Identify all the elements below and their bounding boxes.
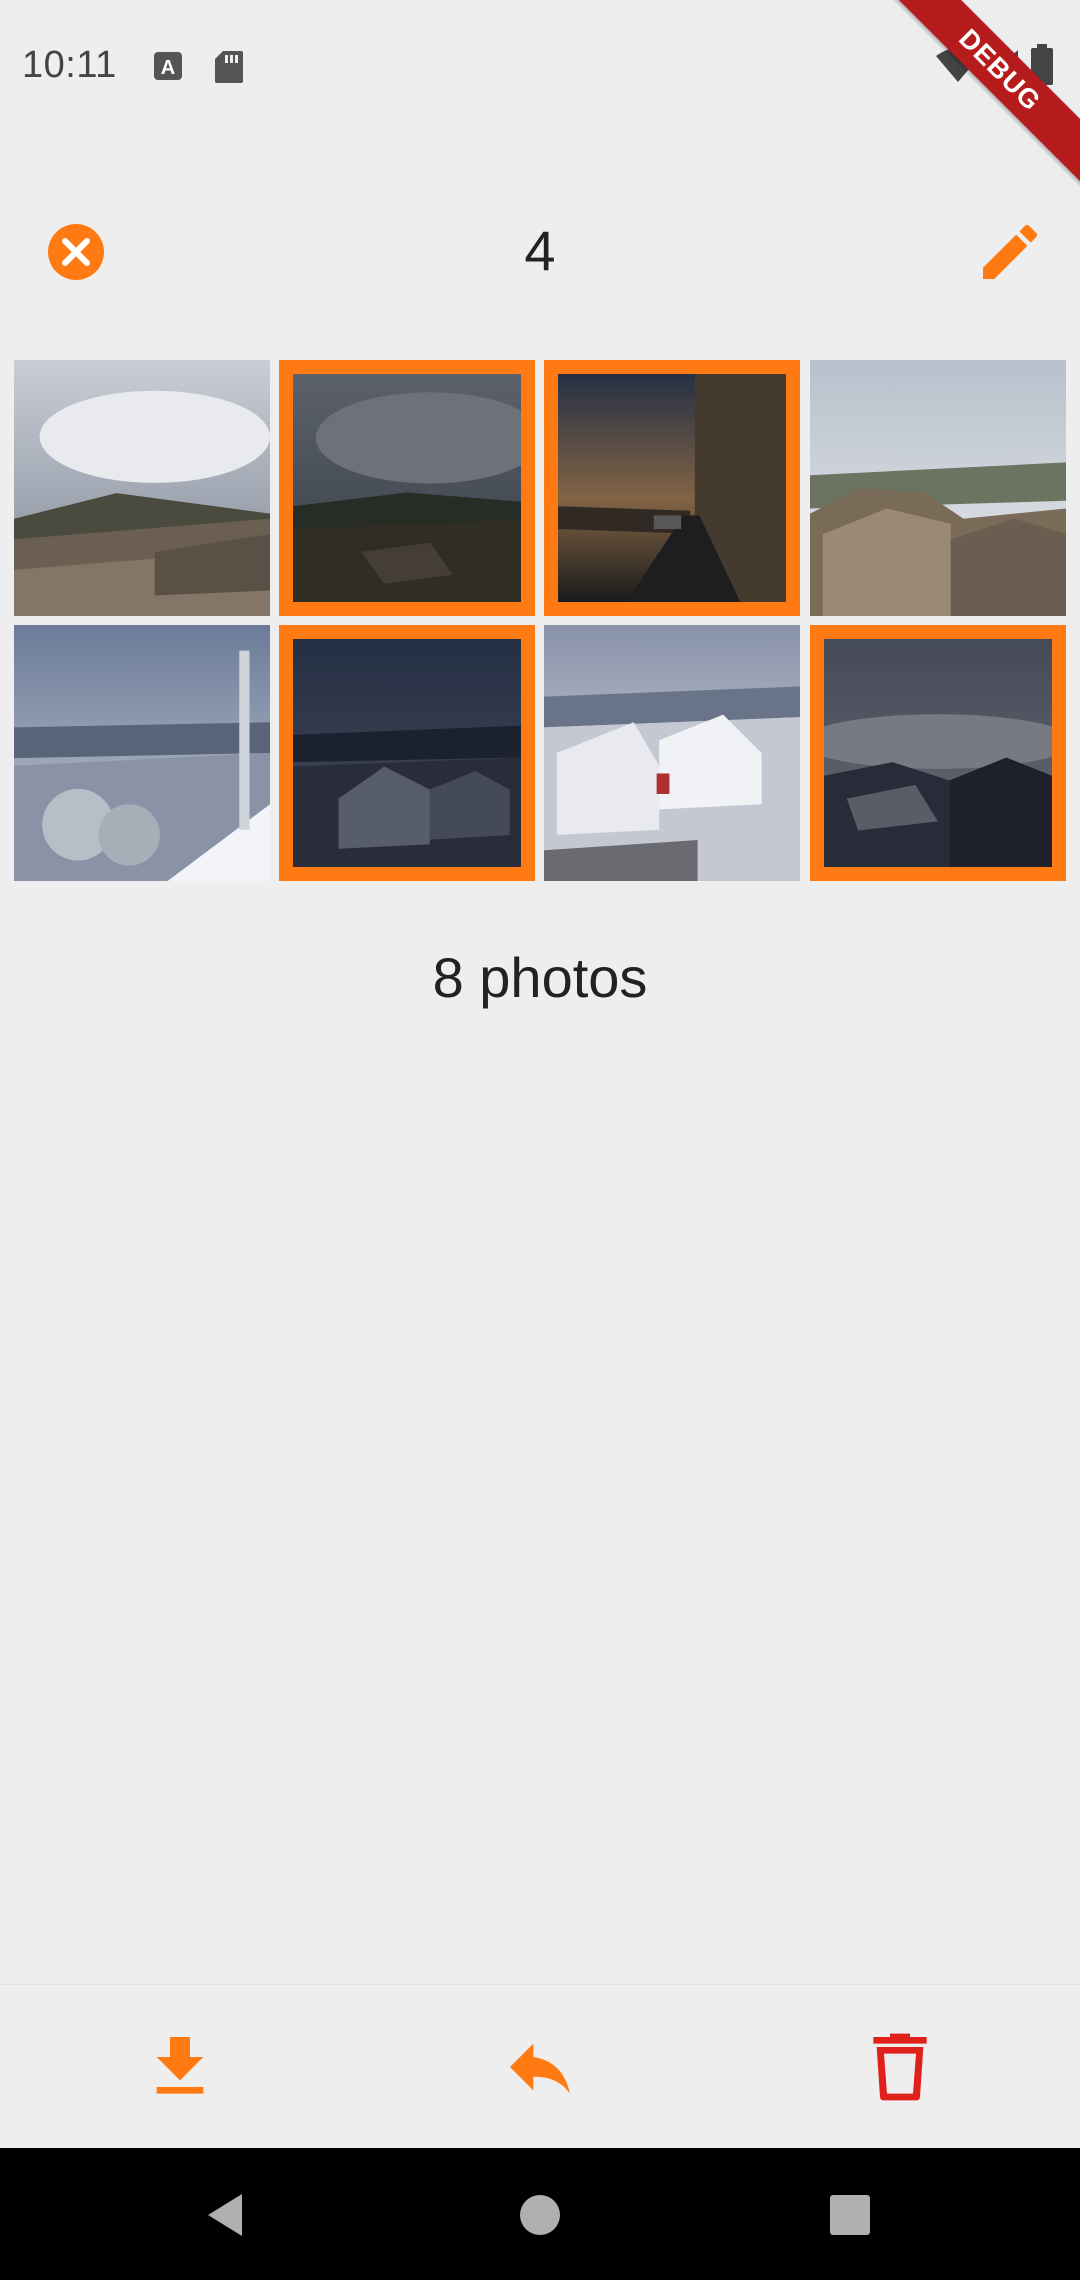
debug-banner: DEBUG [878,0,1080,192]
text-notification-icon: A [154,52,182,80]
photo-tile-1[interactable] [14,360,270,616]
photo-tile-2[interactable] [279,360,535,616]
sd-card-icon [215,51,243,83]
nav-recents-button[interactable] [815,2180,885,2250]
selected-count: 4 [524,219,556,282]
pencil-icon [983,224,1038,279]
edit-button[interactable] [974,216,1046,288]
bottom-toolbar [0,1984,1080,2149]
download-button[interactable] [140,2027,220,2107]
home-icon [520,2195,560,2235]
photo-tile-6[interactable] [279,625,535,881]
reply-icon [510,2043,570,2094]
photo-tile-5[interactable] [14,625,270,881]
photo-tile-4[interactable] [810,360,1066,616]
svg-text:A: A [161,57,175,79]
status-time: 10:11 [22,44,117,86]
selection-app-bar: 4 [0,180,1080,320]
delete-icon [873,2033,927,2101]
back-icon [208,2194,242,2236]
photo-count: 8 photos [432,946,648,1009]
photo-snowy-trees [14,625,270,881]
recents-icon [830,2195,870,2235]
system-nav-bar [0,2148,1080,2280]
nav-back-button[interactable] [190,2180,260,2250]
status-bar: 10:11 A DEBUG [0,0,1080,192]
photo-tile-7[interactable] [544,625,800,881]
nav-home-button[interactable] [505,2180,575,2250]
delete-button[interactable] [860,2027,940,2107]
reply-button[interactable] [500,2027,580,2107]
photo-cloudy-rooftop [14,360,270,616]
photo-snowy-rooftops [544,625,800,881]
photo-tile-3[interactable] [544,360,800,616]
download-icon [156,2037,204,2094]
photo-stone-houses [810,360,1066,616]
photo-tile-8[interactable] [810,625,1066,881]
